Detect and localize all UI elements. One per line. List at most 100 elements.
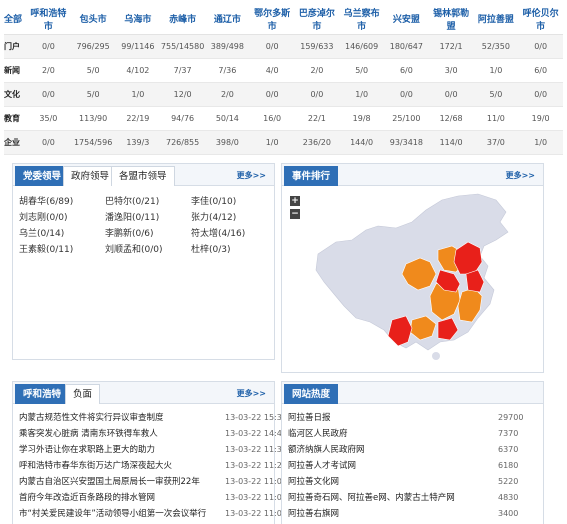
stats-cell[interactable]: 0/0 <box>518 34 563 59</box>
stats-header-city[interactable]: 乌海市 <box>115 4 161 35</box>
stats-cell[interactable]: 35/0 <box>26 106 71 131</box>
stats-cell[interactable]: 5/0 <box>339 58 384 83</box>
stats-cell[interactable]: 398/0 <box>205 130 250 155</box>
stats-cell[interactable]: 22/1 <box>294 106 340 131</box>
news-title[interactable]: 学习外语让你在求职路上更大的助力 <box>19 442 219 458</box>
news-title[interactable]: 内蒙古规范性文件将实行异议审查制度 <box>19 410 219 426</box>
stats-cell[interactable]: 3/0 <box>428 58 474 83</box>
stats-cell[interactable]: 99/1146 <box>115 34 161 59</box>
news-title[interactable]: 呼和浩特市春华东街万达广场深夜起大火 <box>19 458 219 474</box>
site-item[interactable]: 临河区人民政府 7370 <box>288 426 537 442</box>
more-link[interactable]: 更多>> <box>237 388 266 399</box>
stats-cell[interactable]: 2/0 <box>26 58 71 83</box>
tab-party-leaders[interactable]: 党委领导 <box>15 166 70 186</box>
stats-cell[interactable]: 4/102 <box>115 58 161 83</box>
stats-row-label[interactable]: 新闻 <box>4 58 26 83</box>
stats-cell[interactable]: 0/0 <box>384 82 429 107</box>
stats-cell[interactable]: 22/19 <box>115 106 161 131</box>
tab-city-leaders[interactable]: 各盟市领导 <box>111 166 175 186</box>
news-title[interactable]: 首府今年改造近百条路段的排水管网 <box>19 490 219 506</box>
stats-row-label[interactable]: 门户 <box>4 34 26 59</box>
stats-cell[interactable]: 726/855 <box>160 130 205 155</box>
stats-header-city[interactable]: 通辽市 <box>205 4 250 35</box>
stats-cell[interactable]: 180/647 <box>384 34 429 59</box>
stats-cell[interactable]: 0/0 <box>428 82 474 107</box>
stats-header-city[interactable]: 包头市 <box>70 4 116 35</box>
stats-row-label[interactable]: 教育 <box>4 106 26 131</box>
stats-cell[interactable]: 146/609 <box>339 34 384 59</box>
leader-link[interactable]: 刘志刚(0/0) <box>19 210 68 223</box>
stats-cell[interactable]: 6/0 <box>518 58 563 83</box>
stats-cell[interactable]: 1/0 <box>339 82 384 107</box>
stats-cell[interactable]: 4/0 <box>249 58 295 83</box>
site-name[interactable]: 临河区人民政府 <box>288 426 348 442</box>
stats-header-city[interactable]: 赤峰市 <box>160 4 205 35</box>
site-item[interactable]: 阿拉善人才考试网 6180 <box>288 458 537 474</box>
news-title[interactable]: 内蒙古自治区兴安盟国土局原局长一审获刑22年 <box>19 474 219 490</box>
tab-negative[interactable]: 负面 <box>65 384 101 404</box>
stats-cell[interactable]: 796/295 <box>70 34 116 59</box>
stats-cell[interactable]: 19/8 <box>339 106 384 131</box>
stats-cell[interactable]: 5/0 <box>473 82 519 107</box>
stats-cell[interactable]: 50/14 <box>205 106 250 131</box>
stats-cell[interactable]: 7/37 <box>160 58 205 83</box>
leader-link[interactable]: 巴特尔(0/21) <box>105 194 159 207</box>
stats-cell[interactable]: 2/0 <box>294 58 340 83</box>
china-map[interactable] <box>308 192 538 364</box>
stats-header-city[interactable]: 呼伦贝尔市 <box>518 4 563 35</box>
stats-cell[interactable]: 1/0 <box>249 130 295 155</box>
stats-cell[interactable]: 37/0 <box>473 130 519 155</box>
stats-cell[interactable]: 93/3418 <box>384 130 429 155</box>
stats-cell[interactable]: 2/0 <box>205 82 250 107</box>
site-name[interactable]: 阿拉善文化网 <box>288 474 339 490</box>
stats-cell[interactable]: 1/0 <box>518 130 563 155</box>
site-name[interactable]: 阿拉善奇石网、阿拉善e网、内蒙古土特产网 <box>288 490 455 506</box>
stats-cell[interactable]: 0/0 <box>294 82 340 107</box>
news-item[interactable]: 内蒙古规范性文件将实行异议审查制度 13-03-22 15:35 <box>19 410 287 426</box>
leader-link[interactable]: 杜梓(0/3) <box>191 242 231 255</box>
stats-cell[interactable]: 236/20 <box>294 130 340 155</box>
stats-cell[interactable]: 0/0 <box>518 82 563 107</box>
leader-link[interactable]: 王素毅(0/11) <box>19 242 73 255</box>
site-item[interactable]: 阿拉善右旗网 3400 <box>288 506 537 522</box>
site-name[interactable]: 阿拉善日报 <box>288 410 331 426</box>
stats-header-city[interactable]: 兴安盟 <box>384 4 429 35</box>
stats-row-label[interactable]: 文化 <box>4 82 26 107</box>
site-name[interactable]: 额济纳旗人民政府网 <box>288 442 365 458</box>
more-link[interactable]: 更多>> <box>237 170 266 181</box>
stats-cell[interactable]: 144/0 <box>339 130 384 155</box>
stats-cell[interactable]: 1754/596 <box>70 130 116 155</box>
news-item[interactable]: 乘客突发心脏病 清南东环铁得车救人 13-03-22 14:44 <box>19 426 287 442</box>
news-item[interactable]: 市“村关爱民建设年”活动领导小组第一次会议举行 13-03-22 11:04 <box>19 506 287 522</box>
stats-cell[interactable]: 94/76 <box>160 106 205 131</box>
leader-link[interactable]: 胡春华(6/89) <box>19 194 73 207</box>
stats-cell[interactable]: 1/0 <box>473 58 519 83</box>
stats-cell[interactable]: 389/498 <box>205 34 250 59</box>
news-item[interactable]: 呼和浩特市春华东街万达广场深夜起大火 13-03-22 11:25 <box>19 458 287 474</box>
stats-cell[interactable]: 25/100 <box>384 106 429 131</box>
site-item[interactable]: 阿拉善奇石网、阿拉善e网、内蒙古土特产网 4830 <box>288 490 537 506</box>
stats-header-city[interactable]: 乌兰察布市 <box>339 4 384 35</box>
stats-header-city[interactable]: 巴彦淖尔市 <box>294 4 340 35</box>
stats-header-city[interactable]: 锡林郭勒盟 <box>428 4 474 35</box>
stats-row-label[interactable]: 企业 <box>4 130 26 155</box>
stats-cell[interactable]: 11/0 <box>473 106 519 131</box>
stats-cell[interactable]: 113/90 <box>70 106 116 131</box>
tab-site-popularity[interactable]: 网站热度 <box>284 384 339 404</box>
tab-hohhot[interactable]: 呼和浩特 <box>15 384 70 404</box>
stats-cell[interactable]: 52/350 <box>473 34 519 59</box>
leader-link[interactable]: 李佳(0/10) <box>191 194 236 207</box>
site-name[interactable]: 阿拉善人才考试网 <box>288 458 356 474</box>
news-title[interactable]: 市“村关爱民建设年”活动领导小组第一次会议举行 <box>19 506 219 522</box>
news-item[interactable]: 首府今年改造近百条路段的排水管网 13-03-22 11:04 <box>19 490 287 506</box>
stats-header-city[interactable]: 阿拉善盟 <box>473 4 519 35</box>
stats-cell[interactable]: 12/0 <box>160 82 205 107</box>
stats-cell[interactable]: 1/0 <box>115 82 161 107</box>
stats-cell[interactable]: 755/14580 <box>160 34 205 59</box>
news-item[interactable]: 学习外语让你在求职路上更大的助力 13-03-22 11:30 <box>19 442 287 458</box>
news-item[interactable]: 内蒙古自治区兴安盟国土局原局长一审获刑22年 13-03-22 11:04 <box>19 474 287 490</box>
stats-cell[interactable]: 16/0 <box>249 106 295 131</box>
site-item[interactable]: 额济纳旗人民政府网 6370 <box>288 442 537 458</box>
stats-cell[interactable]: 5/0 <box>70 58 116 83</box>
stats-cell[interactable]: 6/0 <box>384 58 429 83</box>
